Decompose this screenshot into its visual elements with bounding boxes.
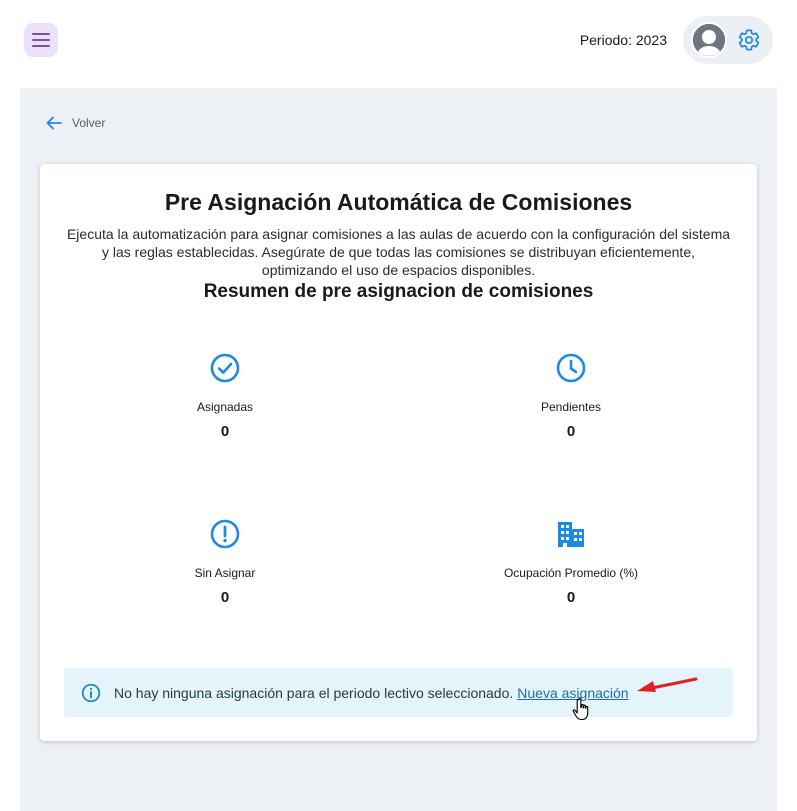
stat-label: Ocupación Promedio (%) [503, 566, 639, 580]
hamburger-menu-icon [32, 33, 50, 35]
gear-icon[interactable] [737, 28, 761, 52]
menu-button[interactable] [24, 23, 58, 57]
period-label: Periodo: 2023 [579, 32, 667, 48]
stat-value: 0 [220, 423, 230, 440]
stat-value: 0 [220, 589, 230, 606]
user-menu[interactable] [683, 16, 773, 64]
clock-icon [556, 353, 586, 383]
info-circle-icon [81, 683, 101, 702]
top-bar: Periodo: 2023 [0, 0, 797, 88]
back-button[interactable]: Volver [46, 116, 105, 130]
stat-unassigned: Sin Asignar 0 [105, 518, 345, 606]
check-circle-icon [210, 353, 240, 383]
hand-cursor-icon [572, 697, 589, 721]
exclamation-circle-icon [210, 519, 240, 549]
page-title: Pre Asignación Automática de Comisiones [164, 189, 633, 215]
summary-title: Resumen de pre asignacion de comisiones [203, 281, 594, 302]
stat-pending: Pendientes 0 [451, 352, 691, 440]
stat-label: Sin Asignar [194, 566, 256, 580]
pre-assignment-card: Pre Asignación Automática de Comisiones … [40, 164, 757, 741]
stat-label: Asignadas [196, 400, 254, 414]
info-alert: No hay ninguna asignación para el period… [64, 668, 733, 717]
back-label: Volver [72, 116, 106, 130]
stat-label: Pendientes [540, 400, 602, 414]
red-arrow-annotation-icon [637, 677, 698, 692]
arrow-left-icon [46, 116, 62, 130]
alert-message: No hay ninguna asignación para el period… [114, 684, 514, 701]
stat-value: 0 [566, 589, 576, 606]
stat-assigned: Asignadas 0 [105, 352, 345, 440]
stat-value: 0 [566, 423, 576, 440]
building-icon [558, 522, 584, 547]
user-avatar-icon [693, 24, 725, 56]
stat-average-occupancy: Ocupación Promedio (%) 0 [451, 518, 691, 606]
avatar[interactable] [691, 22, 727, 58]
page-description: Ejecuta la automatización para asignar c… [66, 226, 731, 278]
main-content: Volver Pre Asignación Automática de Comi… [20, 88, 777, 811]
